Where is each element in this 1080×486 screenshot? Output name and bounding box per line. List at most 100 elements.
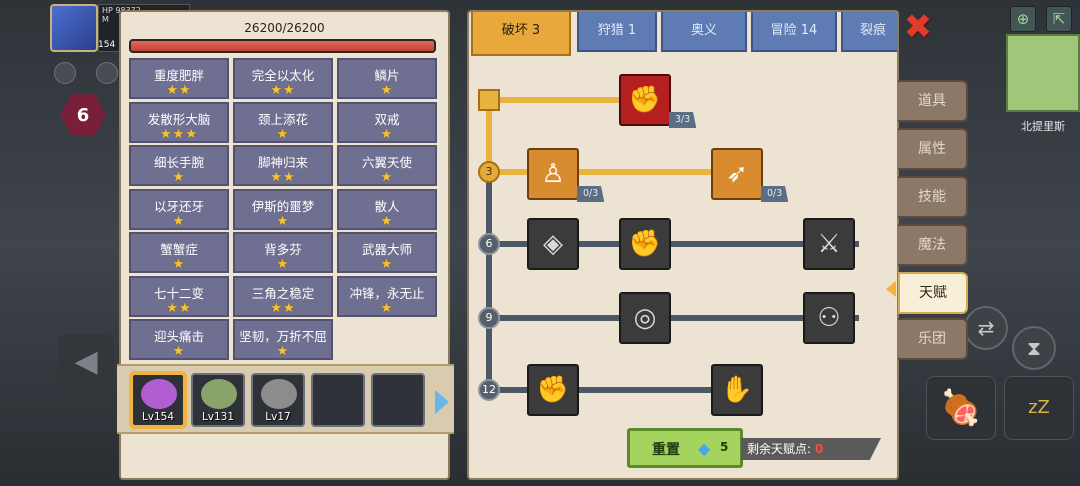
muscle-body-icon: ♙	[541, 159, 565, 189]
title-stars: ★	[380, 300, 394, 316]
talent-node[interactable]: ✋	[711, 364, 763, 416]
bat-icon: ⚇	[817, 303, 841, 333]
title-stars: ★★	[166, 300, 192, 316]
buff-icon[interactable]	[54, 62, 76, 84]
character-slot[interactable]: Lv131	[191, 373, 245, 427]
hourglass-icon[interactable]: ⧗	[1012, 326, 1056, 370]
title-stars: ★	[380, 83, 394, 98]
empty-character-slot[interactable]	[371, 373, 425, 427]
title-stars: ★★	[166, 83, 192, 98]
talent-points-label: 剩余天赋点:	[747, 442, 812, 456]
hero-level: 154	[98, 40, 116, 50]
title-name: 发散形大脑	[147, 111, 211, 127]
talent-node[interactable]: ◎	[619, 292, 671, 344]
title-stars: ★	[276, 126, 290, 142]
title-name: 细长手腕	[153, 155, 204, 170]
talent-node[interactable]: ⚇	[803, 292, 855, 344]
title-name: 迎头痛击	[153, 329, 204, 344]
title-card[interactable]: 三角之稳定 ★★	[233, 275, 333, 317]
talent-node[interactable]: ➶	[711, 148, 763, 200]
shield-slash-icon: ◈	[543, 229, 563, 259]
title-card[interactable]: 细长手腕 ★	[129, 145, 229, 186]
title-name: 伊斯的噩梦	[251, 198, 315, 214]
title-card[interactable]: 鳞片 ★	[337, 58, 437, 99]
character-slot[interactable]: Lv17	[251, 373, 305, 427]
title-name: 完全以太化	[251, 68, 315, 83]
title-card[interactable]: 背多芬 ★	[233, 232, 333, 273]
title-stars: ★	[380, 126, 394, 142]
side-menu-pointer-icon	[886, 281, 896, 297]
talent-node[interactable]: ✊	[527, 364, 579, 416]
fist-icon: ✊	[536, 375, 570, 405]
title-card[interactable]: 武器大师 ★	[337, 232, 437, 273]
talent-node[interactable]: ✊	[619, 74, 671, 126]
title-card[interactable]: 伊斯的噩梦 ★	[233, 188, 333, 230]
globe-icon[interactable]: ⊕	[1010, 6, 1036, 32]
title-card[interactable]: 颈上添花 ★	[233, 101, 333, 143]
title-stars: ★★	[270, 300, 296, 316]
hero-portrait[interactable]	[50, 4, 98, 52]
talent-node[interactable]: ◈	[527, 218, 579, 270]
title-name: 颈上添花	[257, 111, 308, 127]
title-stars: ★	[380, 257, 394, 272]
title-name: 鳞片	[374, 68, 400, 83]
character-selector: Lv154 Lv131 Lv17	[117, 364, 454, 434]
close-icon[interactable]: ✖	[902, 10, 934, 44]
side-menu-item-0[interactable]: 道具	[898, 80, 968, 122]
title-stars: ★★	[270, 170, 296, 185]
minimap[interactable]	[1006, 34, 1080, 112]
title-stars: ★	[380, 213, 394, 229]
buff-icon[interactable]	[96, 62, 118, 84]
mp-label: M	[102, 15, 109, 24]
next-arrow-icon[interactable]	[435, 390, 449, 414]
character-slot[interactable]: Lv154	[131, 373, 185, 427]
side-menu-item-2[interactable]: 技能	[898, 176, 968, 218]
title-card[interactable]: 蟹蟹症 ★	[129, 232, 229, 273]
meat-food-icon[interactable]: 🍖	[926, 376, 996, 440]
title-card[interactable]: 冲锋，永无止 ★	[337, 275, 437, 317]
talent-node-count: 0/3	[761, 186, 789, 202]
title-card[interactable]: 散人 ★	[337, 188, 437, 230]
character-titles-panel: 26200/26200 重度肥胖 ★★ 完全以太化 ★★ 鳞片 ★ 发散形大脑 ★★★ 颈上添花…	[117, 10, 454, 480]
side-menu-item-4[interactable]: 天赋	[898, 272, 968, 314]
title-card[interactable]: 坚韧，万折不屈 ★	[233, 319, 333, 360]
title-card[interactable]: 迎头痛击 ★	[129, 319, 229, 360]
title-name: 背多芬	[264, 242, 302, 257]
sleep-icon[interactable]: zZ	[1004, 376, 1074, 440]
reset-button[interactable]: 重置 ◆ 5	[627, 428, 743, 468]
title-card[interactable]: 完全以太化 ★★	[233, 58, 333, 99]
move-left-icon[interactable]: ◀	[58, 334, 114, 390]
punch-icon: ✊	[628, 229, 662, 259]
arm-wrestle-icon: ✊	[628, 85, 662, 115]
character-avatar	[141, 379, 177, 409]
reset-label: 重置	[652, 442, 680, 458]
side-menu-item-5[interactable]: 乐团	[898, 318, 968, 360]
empty-character-slot[interactable]	[311, 373, 365, 427]
swap-icon[interactable]: ⇄	[964, 306, 1008, 350]
character-level: Lv154	[141, 411, 175, 423]
title-card[interactable]: 发散形大脑 ★★★	[129, 101, 229, 143]
reset-cost: 5	[720, 440, 729, 454]
title-name: 蟹蟹症	[160, 242, 198, 257]
title-card[interactable]: 六翼天使 ★	[337, 145, 437, 186]
title-card[interactable]: 脚神归来 ★★	[233, 145, 333, 186]
talent-node[interactable]: ♙	[527, 148, 579, 200]
expand-icon[interactable]: ⇱	[1046, 6, 1072, 32]
title-stars: ★	[380, 170, 394, 185]
title-card[interactable]: 双戒 ★	[337, 101, 437, 143]
title-card[interactable]: 以牙还牙 ★	[129, 188, 229, 230]
side-menu-item-1[interactable]: 属性	[898, 128, 968, 170]
tree-root-node	[478, 89, 500, 111]
title-card[interactable]: 七十二变 ★★	[129, 275, 229, 317]
tier-badge: 12	[478, 379, 500, 401]
character-level: Lv17	[265, 411, 291, 423]
title-stars: ★	[172, 257, 186, 272]
talent-node[interactable]: ✊	[619, 218, 671, 270]
title-name: 双戒	[374, 111, 400, 127]
title-card[interactable]: 重度肥胖 ★★	[129, 58, 229, 99]
title-name: 三角之稳定	[251, 285, 315, 301]
remaining-talent-points: 剩余天赋点: 0	[741, 438, 881, 460]
side-menu-item-3[interactable]: 魔法	[898, 224, 968, 266]
title-name: 散人	[374, 198, 400, 214]
talent-node[interactable]: ⚔	[803, 218, 855, 270]
